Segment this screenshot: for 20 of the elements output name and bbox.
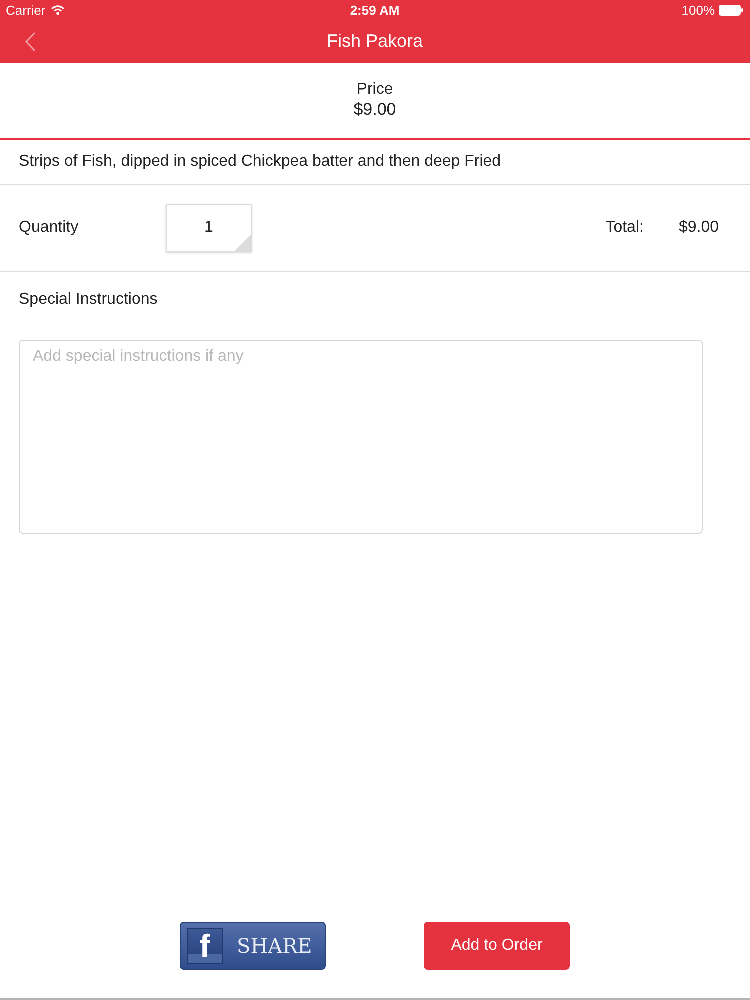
screen-title: Fish Pakora — [326, 31, 424, 52]
back-icon[interactable] — [25, 32, 36, 52]
instructions-label: Special Instructions — [19, 291, 158, 308]
battery-percent: 100% — [682, 2, 715, 18]
corner-fold-icon — [235, 235, 251, 251]
price-value: $9.00 — [354, 100, 396, 120]
quantity-field[interactable]: 1 — [166, 204, 252, 252]
quantity-label: Quantity — [19, 219, 79, 236]
add-to-order-button[interactable]: Add to Order — [424, 922, 570, 970]
battery-icon — [719, 4, 744, 16]
carrier-name: Carrier — [6, 2, 46, 18]
price-label: Price — [356, 80, 394, 100]
clock-time: 2:59 AM — [350, 2, 400, 18]
share-button[interactable]: f SHARE — [180, 922, 326, 970]
total-label: Total: — [606, 219, 644, 237]
total-value: $9.00 — [678, 219, 719, 237]
f-logo-icon: f — [187, 928, 223, 964]
wifi-icon — [50, 5, 65, 15]
instructions-field[interactable]: Add special instructions if any — [19, 340, 703, 534]
description-text: Strips of Fish, dipped in spiced Chickpea batter and then deep Fried — [19, 153, 502, 170]
